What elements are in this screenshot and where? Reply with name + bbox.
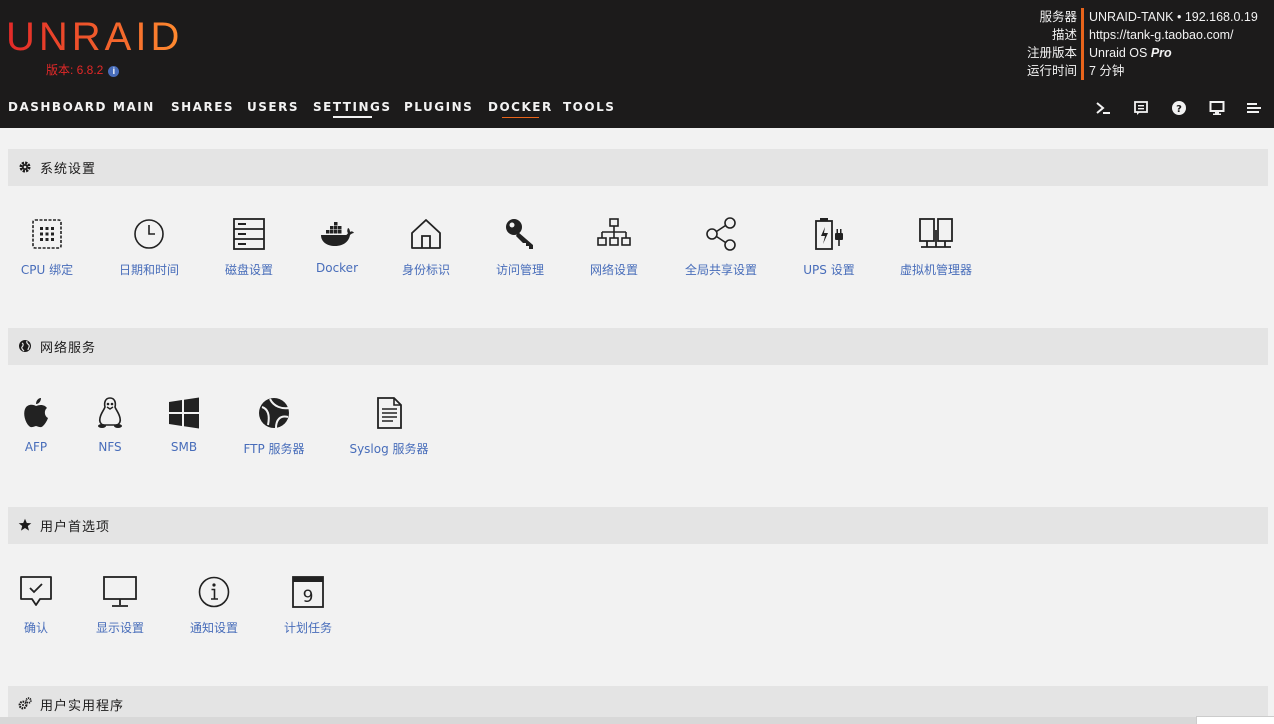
document-icon	[371, 395, 407, 431]
header: UNRAID 版本: 6.8.2 i 服务器 描述 注册版本 运行时间 UNRAI…	[0, 0, 1274, 128]
tile-smb[interactable]: SMB	[134, 395, 234, 454]
description-label: 描述	[1051, 28, 1077, 42]
monitor-icon	[102, 574, 138, 610]
tile-scheduler[interactable]: 9 计划任务	[258, 574, 358, 636]
registration-label: 注册版本	[1026, 46, 1077, 60]
section-system-settings: 系统设置	[8, 149, 1268, 186]
uptime-value: 7 分钟	[1089, 64, 1125, 78]
tile-ups-settings[interactable]: UPS 设置	[779, 216, 879, 278]
tile-label: 虚拟机管理器	[899, 263, 972, 277]
info-icon	[196, 574, 232, 610]
windows-icon	[166, 395, 202, 431]
key-icon	[502, 216, 538, 252]
tile-display-settings[interactable]: 显示设置	[70, 574, 170, 636]
nav-docker[interactable]: DOCKER	[488, 100, 553, 118]
section-title: 用户首选项	[40, 520, 111, 535]
docker-icon	[319, 216, 355, 252]
tile-access-management[interactable]: 访问管理	[470, 216, 570, 278]
nav-dashboard[interactable]: DASHBOARD	[8, 100, 107, 114]
cpu-icon	[29, 216, 65, 252]
registration-edition: Pro	[1150, 46, 1172, 60]
tile-label: Syslog 服务器	[349, 442, 429, 456]
home-icon	[408, 216, 444, 252]
svg-text:?: ?	[1176, 104, 1182, 115]
footer-corner	[1196, 716, 1274, 724]
tile-global-share-settings[interactable]: 全局共享设置	[671, 216, 771, 278]
version-text: 版本: 6.8.2	[46, 63, 104, 77]
nav-users[interactable]: USERS	[247, 100, 299, 114]
description-value: https://tank-g.taobao.com/	[1089, 28, 1234, 42]
gears-icon	[18, 697, 32, 711]
tile-cpu-pinning[interactable]: CPU 绑定	[0, 216, 97, 278]
tile-network-settings[interactable]: 网络设置	[564, 216, 664, 278]
tile-label: 磁盘设置	[224, 263, 273, 277]
tile-label: 全局共享设置	[684, 263, 757, 277]
clock-icon	[131, 216, 167, 252]
footer-bar	[0, 717, 1274, 724]
tile-label: FTP 服务器	[243, 442, 305, 456]
section-title: 网络服务	[40, 341, 97, 356]
ftp-icon	[256, 395, 292, 431]
vm-icon	[918, 216, 954, 252]
tile-label: 显示设置	[95, 621, 144, 635]
tile-label: 通知设置	[189, 621, 238, 635]
tile-disk-settings[interactable]: 磁盘设置	[199, 216, 299, 278]
log-icon[interactable]	[1246, 100, 1262, 116]
tile-label: 身份标识	[401, 263, 450, 277]
confirm-icon	[18, 574, 54, 610]
nav-settings[interactable]: SETTINGS	[313, 100, 392, 118]
nav-plugins[interactable]: PLUGINS	[404, 100, 473, 114]
nav-tools[interactable]: TOOLS	[563, 100, 615, 114]
tile-label: 日期和时间	[118, 263, 179, 277]
display-icon[interactable]	[1209, 100, 1225, 116]
uptime-label: 运行时间	[1026, 64, 1077, 78]
server-info-labels: 服务器 描述 注册版本 运行时间	[1027, 8, 1077, 80]
tile-date-time[interactable]: 日期和时间	[99, 216, 199, 278]
gear-icon	[18, 160, 32, 174]
server-info-divider	[1081, 8, 1084, 80]
tile-syslog-server[interactable]: Syslog 服务器	[339, 395, 439, 457]
apple-icon	[18, 395, 54, 431]
tile-label: 计划任务	[283, 621, 332, 635]
network-icon	[596, 216, 632, 252]
version-label: 版本: 6.8.2 i	[46, 61, 120, 78]
tile-label: 访问管理	[495, 263, 544, 277]
nav-main[interactable]: MAIN	[113, 100, 155, 114]
tile-label: UPS 设置	[803, 263, 855, 277]
share-icon	[703, 216, 739, 252]
registration-prefix: Unraid OS	[1089, 46, 1148, 60]
server-info-values: UNRAID-TANK • 192.168.0.19 https://tank-…	[1089, 8, 1258, 80]
tile-label: CPU 绑定	[20, 263, 74, 277]
tile-notification-settings[interactable]: 通知设置	[164, 574, 264, 636]
notes-icon[interactable]	[1133, 100, 1149, 116]
tile-ftp-server[interactable]: FTP 服务器	[224, 395, 324, 457]
section-user-preferences: 用户首选项	[8, 507, 1268, 544]
terminal-icon[interactable]	[1095, 100, 1111, 116]
tile-vm-manager[interactable]: 虚拟机管理器	[886, 216, 986, 278]
svg-text:9: 9	[303, 587, 314, 607]
tile-docker[interactable]: Docker	[287, 216, 387, 275]
nav-shares[interactable]: SHARES	[171, 100, 234, 114]
globe-icon	[18, 339, 32, 353]
star-icon	[18, 518, 32, 532]
tile-label: SMB	[170, 440, 198, 454]
linux-icon	[92, 395, 128, 431]
registration-value: Unraid OS Pro	[1089, 44, 1258, 62]
unraid-logo[interactable]: UNRAID	[6, 16, 183, 58]
server-label: 服务器	[1039, 10, 1077, 24]
tile-identification[interactable]: 身份标识	[376, 216, 476, 278]
calendar-icon: 9	[290, 574, 326, 610]
disk-icon	[231, 216, 267, 252]
section-network-services: 网络服务	[8, 328, 1268, 365]
section-title: 系统设置	[40, 162, 97, 177]
section-title: 用户实用程序	[40, 699, 125, 714]
battery-icon	[811, 216, 847, 252]
tile-label: Docker	[315, 261, 359, 275]
help-icon[interactable]: ?	[1171, 100, 1187, 116]
server-value: UNRAID-TANK • 192.168.0.19	[1089, 10, 1258, 24]
info-icon[interactable]: i	[108, 66, 120, 77]
tile-label: 网络设置	[589, 263, 638, 277]
